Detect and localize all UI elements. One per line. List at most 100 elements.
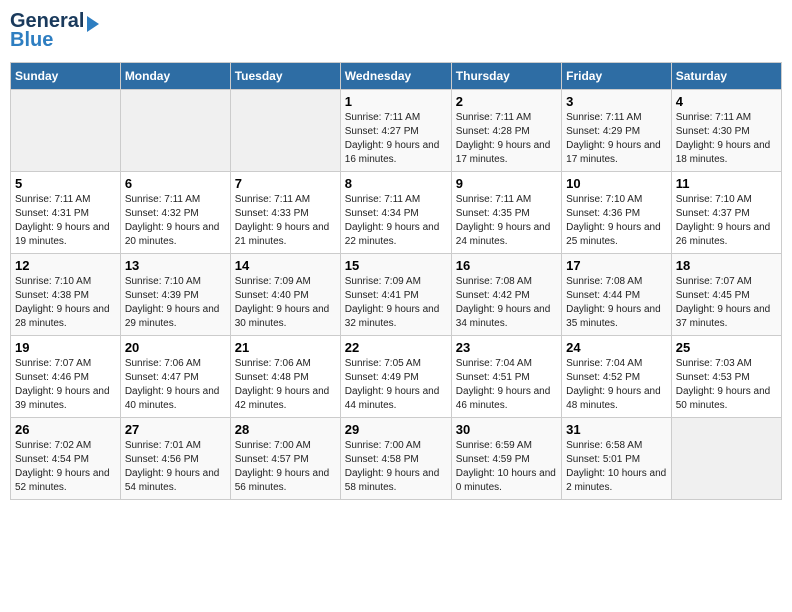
table-row: 11 Sunrise: 7:10 AMSunset: 4:37 PMDayligh… [671, 172, 781, 254]
table-row: 6 Sunrise: 7:11 AMSunset: 4:32 PMDaylight… [120, 172, 230, 254]
table-row: 16Sunrise: 7:08 AMSunset: 4:42 PMDayligh… [451, 254, 561, 336]
logo-blue-text: Blue [10, 29, 53, 52]
day-info: Sunrise: 7:09 AMSunset: 4:41 PMDaylight:… [345, 275, 447, 331]
table-row: 27 Sunrise: 7:01 AMSunset: 4:56 PMDayligh… [120, 418, 230, 500]
day-info: Sunrise: 7:10 AMSunset: 4:38 PMDaylight:… [15, 275, 116, 331]
day-info: Sunrise: 7:11 AMSunset: 4:34 PMDaylight:… [345, 193, 447, 249]
table-row: 13Sunrise: 7:10 AMSunset: 4:39 PMDayligh… [120, 254, 230, 336]
day-number: 10 [566, 176, 667, 191]
day-number: 25 [676, 340, 777, 355]
table-row: 29 Sunrise: 7:00 AMSunset: 4:58 PMDayligh… [340, 418, 451, 500]
table-row: 18 Sunrise: 7:07 AMSunset: 4:45 PMDayligh… [671, 254, 781, 336]
day-number: 1 [345, 94, 447, 109]
day-info: Sunrise: 7:07 AMSunset: 4:46 PMDaylight:… [15, 357, 116, 413]
table-row: 23Sunrise: 7:04 AMSunset: 4:51 PMDayligh… [451, 336, 561, 418]
day-number: 18 [676, 258, 777, 273]
table-row: 12 Sunrise: 7:10 AMSunset: 4:38 PMDayligh… [11, 254, 121, 336]
day-info: Sunrise: 6:58 AMSunset: 5:01 PMDaylight:… [566, 439, 667, 495]
day-info: Sunrise: 7:11 AMSunset: 4:31 PMDaylight:… [15, 193, 116, 249]
table-row: 22 Sunrise: 7:05 AMSunset: 4:49 PMDayligh… [340, 336, 451, 418]
day-info: Sunrise: 7:08 AMSunset: 4:44 PMDaylight:… [566, 275, 667, 331]
day-number: 28 [235, 422, 336, 437]
day-info: Sunrise: 7:11 AMSunset: 4:33 PMDaylight:… [235, 193, 336, 249]
table-row: 17 Sunrise: 7:08 AMSunset: 4:44 PMDayligh… [562, 254, 672, 336]
table-row: 15 Sunrise: 7:09 AMSunset: 4:41 PMDayligh… [340, 254, 451, 336]
table-row: 9 Sunrise: 7:11 AMSunset: 4:35 PMDaylight… [451, 172, 561, 254]
table-row [230, 90, 340, 172]
day-number: 26 [15, 422, 116, 437]
day-number: 5 [15, 176, 116, 191]
table-row: 30Sunrise: 6:59 AMSunset: 4:59 PMDayligh… [451, 418, 561, 500]
col-header-monday: Monday [120, 63, 230, 90]
day-info: Sunrise: 7:06 AMSunset: 4:47 PMDaylight:… [125, 357, 226, 413]
day-number: 7 [235, 176, 336, 191]
table-row [671, 418, 781, 500]
table-row: 5 Sunrise: 7:11 AMSunset: 4:31 PMDaylight… [11, 172, 121, 254]
day-number: 21 [235, 340, 336, 355]
table-row: 31Sunrise: 6:58 AMSunset: 5:01 PMDayligh… [562, 418, 672, 500]
day-info: Sunrise: 7:01 AMSunset: 4:56 PMDaylight:… [125, 439, 226, 495]
table-row: 20 Sunrise: 7:06 AMSunset: 4:47 PMDayligh… [120, 336, 230, 418]
day-number: 12 [15, 258, 116, 273]
day-info: Sunrise: 7:11 AMSunset: 4:30 PMDaylight:… [676, 111, 777, 167]
calendar-table: SundayMondayTuesdayWednesdayThursdayFrid… [10, 62, 782, 500]
day-number: 11 [676, 176, 777, 191]
day-number: 17 [566, 258, 667, 273]
day-info: Sunrise: 7:08 AMSunset: 4:42 PMDaylight:… [456, 275, 557, 331]
day-info: Sunrise: 7:05 AMSunset: 4:49 PMDaylight:… [345, 357, 447, 413]
day-info: Sunrise: 7:11 AMSunset: 4:27 PMDaylight:… [345, 111, 447, 167]
logo: General Blue [10, 10, 99, 52]
table-row: 10 Sunrise: 7:10 AMSunset: 4:36 PMDayligh… [562, 172, 672, 254]
day-number: 3 [566, 94, 667, 109]
day-info: Sunrise: 7:06 AMSunset: 4:48 PMDaylight:… [235, 357, 336, 413]
day-info: Sunrise: 7:07 AMSunset: 4:45 PMDaylight:… [676, 275, 777, 331]
day-number: 2 [456, 94, 557, 109]
table-row: 26 Sunrise: 7:02 AMSunset: 4:54 PMDayligh… [11, 418, 121, 500]
day-info: Sunrise: 7:10 AMSunset: 4:36 PMDaylight:… [566, 193, 667, 249]
day-info: Sunrise: 7:10 AMSunset: 4:37 PMDaylight:… [676, 193, 777, 249]
day-number: 15 [345, 258, 447, 273]
col-header-thursday: Thursday [451, 63, 561, 90]
day-number: 22 [345, 340, 447, 355]
table-row: 14 Sunrise: 7:09 AMSunset: 4:40 PMDayligh… [230, 254, 340, 336]
table-row: 21 Sunrise: 7:06 AMSunset: 4:48 PMDayligh… [230, 336, 340, 418]
table-row: 4 Sunrise: 7:11 AMSunset: 4:30 PMDaylight… [671, 90, 781, 172]
col-header-sunday: Sunday [11, 63, 121, 90]
day-number: 4 [676, 94, 777, 109]
day-number: 27 [125, 422, 226, 437]
day-info: Sunrise: 7:00 AMSunset: 4:57 PMDaylight:… [235, 439, 336, 495]
day-info: Sunrise: 7:04 AMSunset: 4:52 PMDaylight:… [566, 357, 667, 413]
day-number: 14 [235, 258, 336, 273]
day-info: Sunrise: 7:11 AMSunset: 4:28 PMDaylight:… [456, 111, 557, 167]
table-row: 1 Sunrise: 7:11 AMSunset: 4:27 PMDaylight… [340, 90, 451, 172]
table-row: 3Sunrise: 7:11 AMSunset: 4:29 PMDaylight… [562, 90, 672, 172]
table-row: 24 Sunrise: 7:04 AMSunset: 4:52 PMDayligh… [562, 336, 672, 418]
table-row: 28 Sunrise: 7:00 AMSunset: 4:57 PMDayligh… [230, 418, 340, 500]
day-number: 30 [456, 422, 557, 437]
day-number: 23 [456, 340, 557, 355]
day-number: 29 [345, 422, 447, 437]
day-number: 19 [15, 340, 116, 355]
day-info: Sunrise: 7:03 AMSunset: 4:53 PMDaylight:… [676, 357, 777, 413]
table-row: 25 Sunrise: 7:03 AMSunset: 4:53 PMDayligh… [671, 336, 781, 418]
day-number: 24 [566, 340, 667, 355]
day-number: 9 [456, 176, 557, 191]
day-info: Sunrise: 7:09 AMSunset: 4:40 PMDaylight:… [235, 275, 336, 331]
page-header: General Blue [10, 10, 782, 52]
col-header-friday: Friday [562, 63, 672, 90]
table-row: 19 Sunrise: 7:07 AMSunset: 4:46 PMDayligh… [11, 336, 121, 418]
day-number: 20 [125, 340, 226, 355]
table-row: 7 Sunrise: 7:11 AMSunset: 4:33 PMDaylight… [230, 172, 340, 254]
table-row: 8 Sunrise: 7:11 AMSunset: 4:34 PMDaylight… [340, 172, 451, 254]
day-info: Sunrise: 7:00 AMSunset: 4:58 PMDaylight:… [345, 439, 447, 495]
day-number: 8 [345, 176, 447, 191]
table-row [120, 90, 230, 172]
table-row [11, 90, 121, 172]
day-info: Sunrise: 7:11 AMSunset: 4:32 PMDaylight:… [125, 193, 226, 249]
day-info: Sunrise: 7:11 AMSunset: 4:35 PMDaylight:… [456, 193, 557, 249]
day-info: Sunrise: 7:02 AMSunset: 4:54 PMDaylight:… [15, 439, 116, 495]
col-header-saturday: Saturday [671, 63, 781, 90]
day-number: 6 [125, 176, 226, 191]
col-header-tuesday: Tuesday [230, 63, 340, 90]
table-row: 2 Sunrise: 7:11 AMSunset: 4:28 PMDaylight… [451, 90, 561, 172]
